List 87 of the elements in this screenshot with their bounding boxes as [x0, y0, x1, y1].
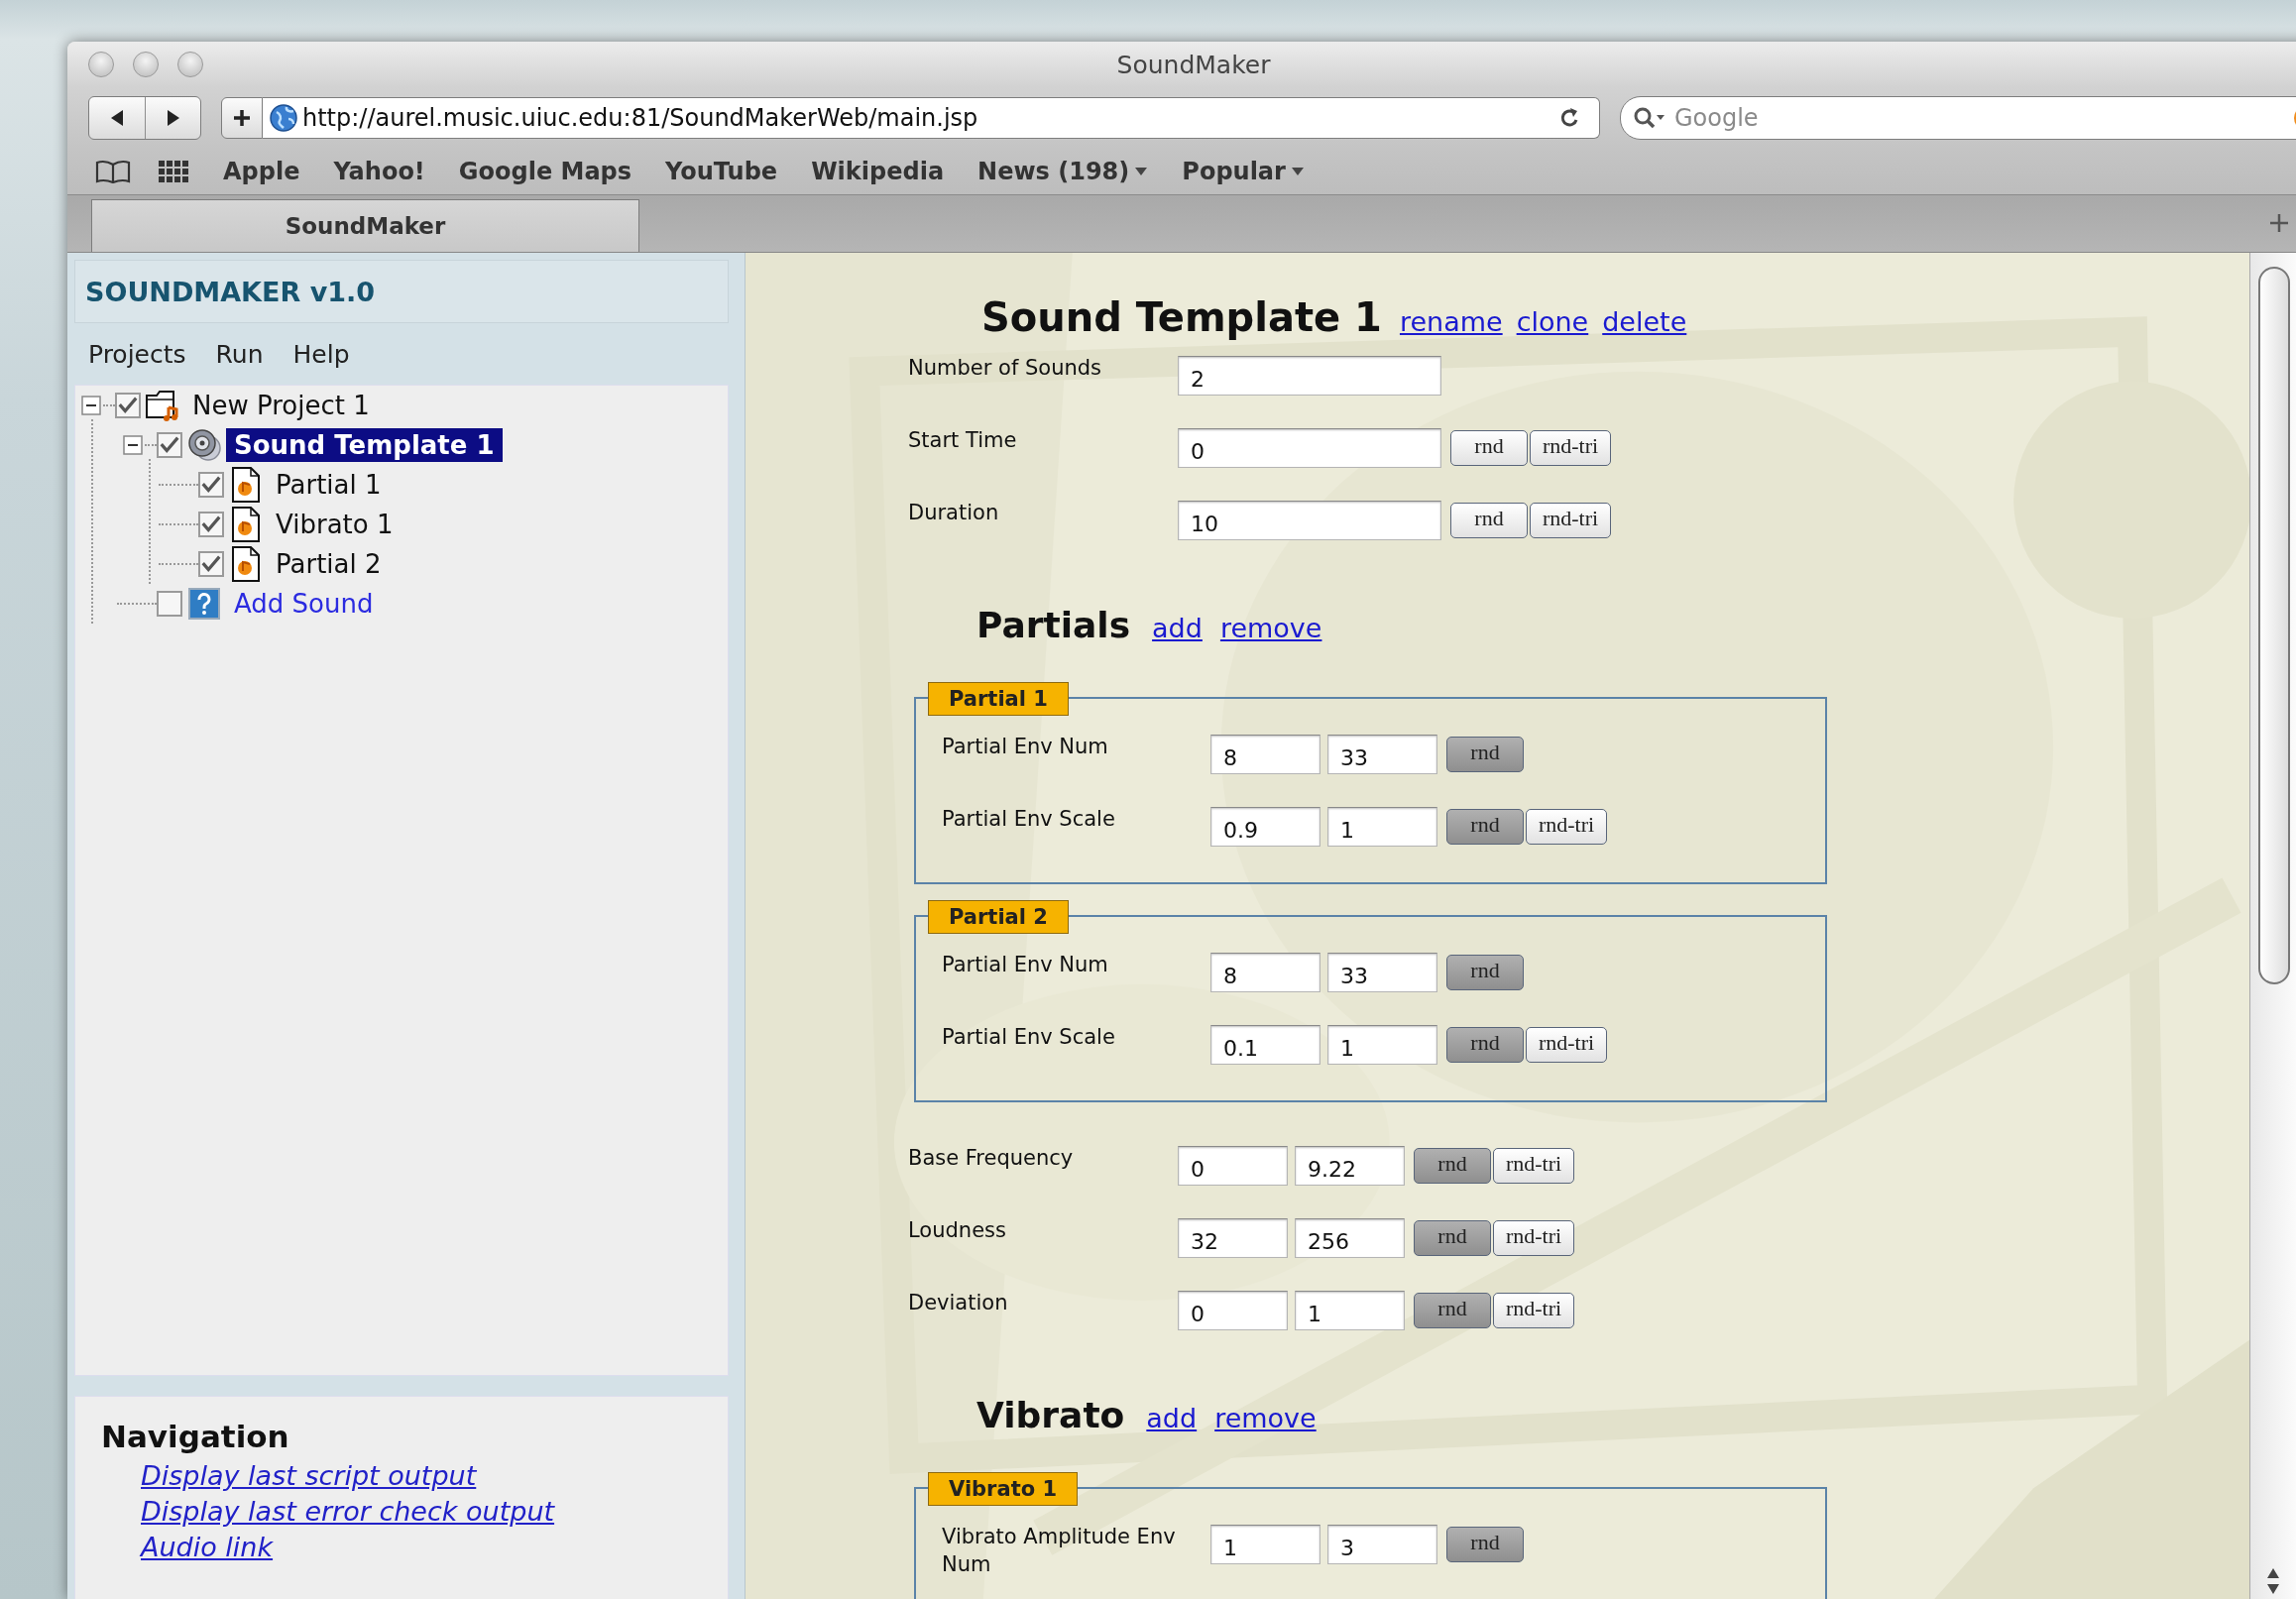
input-field[interactable]: 10 [1178, 501, 1441, 540]
bookmark-link[interactable]: Wikipedia [811, 158, 945, 185]
browser-tab[interactable]: SoundMaker [91, 199, 639, 252]
input-field[interactable]: 33 [1327, 735, 1437, 774]
group-legend: Partial 1 [928, 682, 1069, 716]
input-field[interactable]: 3 [1327, 1525, 1437, 1564]
bookmark-link[interactable]: Apple [223, 158, 300, 185]
rnd-button[interactable]: rnd [1446, 737, 1524, 772]
group-legend: Vibrato 1 [928, 1472, 1079, 1506]
tree-item[interactable]: Vibrato 1 [268, 508, 402, 541]
rnd-button[interactable]: rnd [1414, 1220, 1491, 1256]
rnd-button[interactable]: rnd [1446, 1527, 1524, 1562]
field-label: Number of Sounds [908, 355, 1103, 382]
input-field[interactable]: 8 [1210, 735, 1320, 774]
action-link[interactable]: add [1152, 613, 1203, 643]
rnd-tri-button[interactable]: rnd-tri [1493, 1148, 1574, 1184]
input-field[interactable]: 1 [1327, 1025, 1437, 1065]
navigation-link[interactable]: Audio link [141, 1530, 274, 1565]
address-field[interactable]: http://aurel.music.uiuc.edu:81/SoundMakerWeb/main.jsp [298, 104, 1557, 132]
input-field[interactable]: 256 [1295, 1218, 1405, 1258]
action-link[interactable]: rename [1399, 306, 1503, 337]
field-label: Duration [908, 500, 1000, 526]
field-label: Base Frequency [908, 1145, 1075, 1172]
field-label: Partial Env Scale [942, 1024, 1116, 1051]
rnd-button[interactable]: rnd [1446, 1027, 1524, 1063]
input-field[interactable]: 1 [1295, 1291, 1405, 1330]
input-field[interactable]: 1 [1210, 1525, 1320, 1564]
input-field[interactable]: 0.9 [1210, 807, 1320, 847]
bookmark-link[interactable]: Google Maps [458, 158, 632, 185]
action-link[interactable]: remove [1219, 613, 1322, 643]
menu-item[interactable]: Projects [88, 339, 186, 369]
rnd-tri-button[interactable]: rnd-tri [1526, 1027, 1607, 1063]
navigation-heading: Navigation [101, 1419, 290, 1454]
input-field[interactable]: 2 [1178, 356, 1441, 396]
rnd-button[interactable]: rnd [1414, 1293, 1491, 1328]
input-field[interactable]: 32 [1178, 1218, 1288, 1258]
rnd-button[interactable]: rnd [1446, 955, 1524, 990]
rnd-tri-button[interactable]: rnd-tri [1493, 1220, 1574, 1256]
navigation-link[interactable]: Display last script output [141, 1458, 477, 1494]
input-field[interactable]: 0 [1178, 1146, 1288, 1186]
bookmark-link[interactable]: Popular [1182, 158, 1305, 185]
input-field[interactable]: 8 [1210, 953, 1320, 992]
input-field[interactable]: 0.1 [1210, 1025, 1320, 1065]
rnd-tri-button[interactable]: rnd-tri [1530, 503, 1611, 538]
search-field[interactable]: Google [1672, 103, 2287, 133]
input-field[interactable]: 0 [1178, 428, 1441, 468]
input-field[interactable]: 9.22 [1295, 1146, 1405, 1186]
rnd-tri-button[interactable]: rnd-tri [1530, 430, 1611, 466]
rnd-button[interactable]: rnd [1446, 809, 1524, 845]
window-title: SoundMaker [1116, 50, 1271, 79]
section-title: Sound Template 1 [981, 294, 1382, 340]
input-field[interactable]: 0 [1178, 1291, 1288, 1330]
field-label: Deviation [908, 1290, 1009, 1316]
bookmark-link[interactable]: YouTube [665, 158, 778, 185]
tree-item[interactable]: Partial 1 [268, 468, 390, 502]
menu-item[interactable]: Run [215, 339, 264, 369]
rnd-tri-button[interactable]: rnd-tri [1493, 1293, 1574, 1328]
menu-item[interactable]: Help [292, 339, 350, 369]
field-label: Partial Env Num [942, 734, 1109, 760]
tree-item[interactable]: Partial 2 [268, 547, 390, 581]
add-sound-link[interactable]: Add Sound [226, 587, 382, 621]
app-title: SOUNDMAKER v1.0 [85, 276, 376, 307]
section-heading: Partials [976, 605, 1131, 645]
input-field[interactable]: 1 [1327, 807, 1437, 847]
field-label: Partial Env Num [942, 952, 1109, 978]
section-heading: Vibrato [976, 1395, 1125, 1435]
search-bar[interactable]: Google [1620, 96, 2296, 140]
field-label: Loudness [908, 1217, 1007, 1244]
field-label: Vibrato Amplitude Env Num [942, 1524, 1177, 1578]
action-link[interactable]: clone [1516, 306, 1589, 337]
rnd-button[interactable]: rnd [1450, 503, 1528, 538]
navigation-link[interactable]: Display last error check output [141, 1494, 555, 1530]
group-legend: Partial 2 [928, 900, 1069, 934]
action-link[interactable]: remove [1214, 1403, 1317, 1433]
tree-item[interactable]: New Project 1 [184, 389, 378, 422]
tree-item[interactable]: Sound Template 1 [226, 428, 503, 462]
bookmark-link[interactable]: Yahoo! [333, 158, 425, 185]
field-label: Start Time [908, 427, 1018, 454]
address-bar[interactable]: http://aurel.music.uiuc.edu:81/SoundMakerWeb/main.jsp [263, 97, 1600, 139]
action-link[interactable]: add [1146, 1403, 1198, 1433]
action-link[interactable]: delete [1602, 306, 1687, 337]
rnd-button[interactable]: rnd [1450, 430, 1528, 466]
rnd-tri-button[interactable]: rnd-tri [1526, 809, 1607, 845]
field-label: Partial Env Scale [942, 806, 1116, 833]
rnd-button[interactable]: rnd [1414, 1148, 1491, 1184]
bookmark-link[interactable]: News (198) [977, 158, 1149, 185]
input-field[interactable]: 33 [1327, 953, 1437, 992]
